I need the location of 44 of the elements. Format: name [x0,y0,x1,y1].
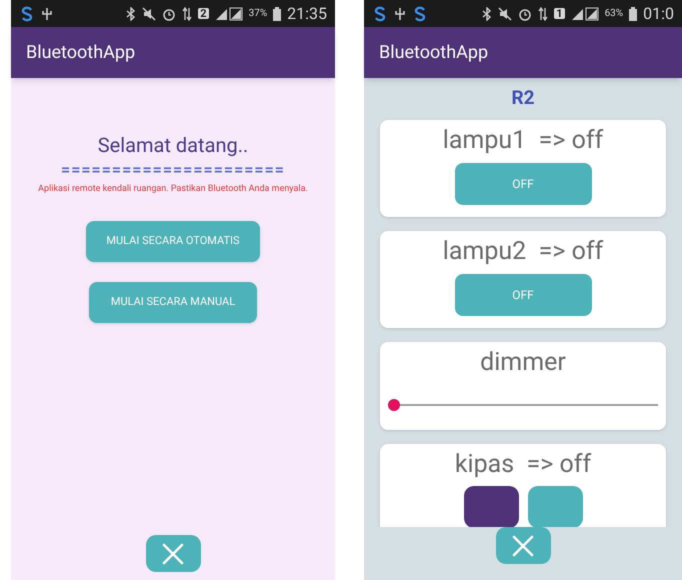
toggle-button[interactable] [464,486,518,528]
sim-badge: 2 [198,8,209,19]
mute-icon [142,6,156,20]
sync-icon [19,6,35,22]
control-label: dimmer [480,348,566,378]
battery-icon [273,6,282,20]
signal-icon [570,6,599,20]
start-button[interactable]: MULAI SECARA MANUAL [89,282,257,322]
room-title: R2 [511,86,535,110]
data-arrows-icon [538,6,548,20]
clock: 01:0 [643,6,674,22]
bluetooth-icon [482,6,492,20]
app-title: BluetoothApp [379,41,488,65]
info-message: Aplikasi remote kendali ruangan. Pastikan Bluetooth Anda menyala. [38,183,308,196]
alarm-icon [518,6,532,20]
bluetooth-icon [126,6,136,20]
clock: 21:35 [287,6,327,22]
close-icon [162,542,184,564]
battery-percent: 37% [248,8,268,18]
welcome-title: Selamat datang.. [98,132,248,158]
data-arrows-icon [182,6,192,20]
close-icon [512,534,534,556]
app-title: BluetoothApp [26,41,136,65]
sync-icon [372,6,388,22]
slider[interactable] [388,399,658,411]
off-button[interactable]: OFF [454,163,592,205]
usb-icon [394,6,406,20]
battery-icon [629,6,638,20]
mute-icon [498,6,512,20]
usb-icon [41,6,53,20]
control-label: kipas => off [454,450,592,480]
toggle-button[interactable] [528,486,582,528]
close-button[interactable] [146,535,200,572]
signal-icon [214,6,243,20]
sim-badge: 1 [554,8,565,19]
slider-thumb[interactable] [388,399,400,411]
control-label: lampu1 => off [442,126,604,156]
control-label: lampu2 => off [442,237,604,267]
divider-line: ====================== [61,160,285,180]
off-button[interactable]: OFF [454,274,592,316]
start-button[interactable]: MULAI SECARA OTOMATIS [86,220,260,262]
alarm-icon [162,6,176,20]
sync-icon [412,6,428,22]
battery-percent: 63% [604,8,624,18]
